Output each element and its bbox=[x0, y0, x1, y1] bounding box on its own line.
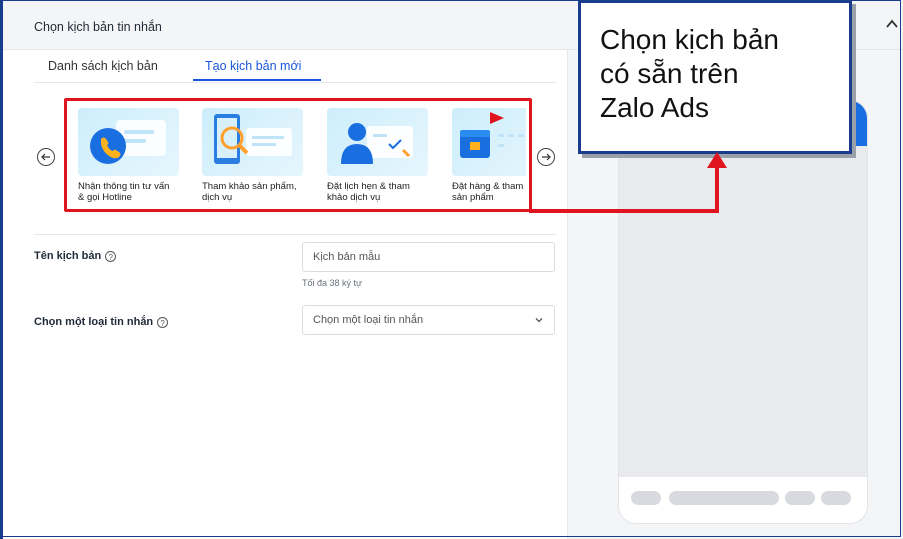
scenario-name-hint: Tối đa 38 ký tự bbox=[302, 278, 363, 288]
arrow-up-icon bbox=[707, 152, 727, 168]
message-type-label: Chọn một loại tin nhắn? bbox=[34, 316, 169, 328]
arrow-left-icon bbox=[41, 153, 50, 161]
chevron-up-icon[interactable] bbox=[884, 16, 900, 32]
phone-preview bbox=[618, 100, 868, 524]
left-border bbox=[0, 0, 3, 539]
carousel-prev-button[interactable] bbox=[37, 148, 55, 166]
annotation-callout: Chọn kịch bản có sẵn trên Zalo Ads bbox=[578, 0, 852, 154]
connector-horizontal bbox=[529, 209, 719, 213]
preview-pill bbox=[631, 491, 661, 505]
scenario-name-input[interactable]: Kịch bản mẫu bbox=[302, 242, 555, 272]
chevron-down-icon bbox=[535, 318, 543, 323]
preview-pill bbox=[669, 491, 779, 505]
section-divider bbox=[34, 234, 556, 235]
panel-title: Chọn kịch bản tin nhắn bbox=[34, 20, 162, 34]
preview-pill bbox=[821, 491, 851, 505]
tab-scenario-list[interactable]: Danh sách kịch bản bbox=[48, 59, 158, 73]
help-icon[interactable]: ? bbox=[157, 316, 169, 328]
highlight-box bbox=[64, 98, 532, 212]
annotation-text: Chọn kịch bản có sẵn trên Zalo Ads bbox=[600, 24, 780, 123]
connector-vertical bbox=[715, 166, 719, 213]
tab-bar: Danh sách kịch bản Tạo kịch bản mới bbox=[34, 56, 556, 83]
message-type-value: Chọn một loại tin nhắn bbox=[313, 314, 424, 326]
help-icon[interactable]: ? bbox=[105, 250, 117, 262]
arrow-right-icon bbox=[542, 153, 551, 161]
tab-create-new[interactable]: Tạo kịch bản mới bbox=[205, 59, 301, 73]
scenario-name-label: Tên kịch bản? bbox=[34, 250, 117, 262]
active-tab-indicator bbox=[193, 79, 321, 81]
message-type-select[interactable]: Chọn một loại tin nhắn bbox=[302, 305, 555, 335]
carousel-next-button[interactable] bbox=[537, 148, 555, 166]
preview-pill bbox=[785, 491, 815, 505]
play-icon bbox=[490, 112, 504, 124]
panel-divider bbox=[567, 50, 568, 539]
